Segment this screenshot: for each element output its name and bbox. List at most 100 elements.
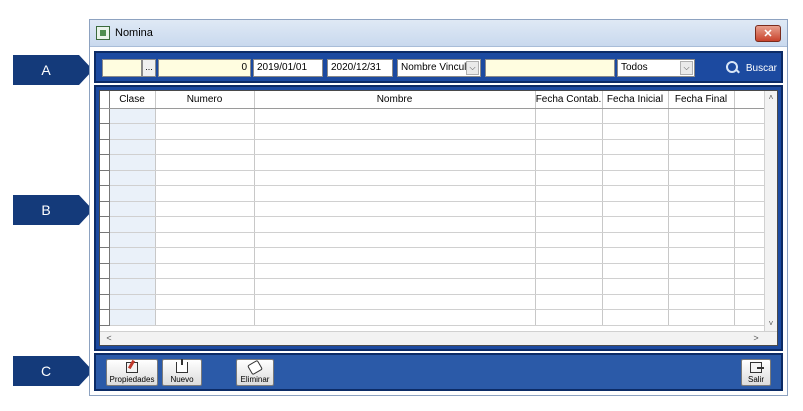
vertical-scrollbar[interactable]: ˄ ˅ — [764, 91, 777, 331]
close-button[interactable]: ✕ — [755, 25, 781, 42]
scroll-up-icon[interactable]: ˄ — [765, 91, 777, 105]
row-selector-header[interactable] — [100, 91, 110, 109]
row-selector[interactable] — [100, 294, 110, 310]
table-cell[interactable] — [734, 185, 767, 202]
code-field[interactable] — [102, 59, 142, 77]
row-selector[interactable] — [100, 309, 110, 326]
table-cell[interactable] — [668, 263, 735, 279]
table-cell[interactable] — [109, 278, 156, 295]
scroll-down-icon[interactable]: ˅ — [765, 317, 777, 331]
column-header[interactable]: Fecha Contab. — [535, 91, 603, 109]
table-cell[interactable] — [535, 278, 603, 295]
row-selector[interactable] — [100, 232, 110, 248]
table-cell[interactable] — [155, 309, 255, 326]
table-cell[interactable] — [254, 139, 536, 155]
table-cell[interactable] — [602, 309, 669, 326]
table-cell[interactable] — [535, 294, 603, 310]
table-cell[interactable] — [254, 201, 536, 217]
table-cell[interactable] — [602, 216, 669, 233]
column-header[interactable]: Nombre — [254, 91, 536, 109]
table-cell[interactable] — [535, 139, 603, 155]
table-cell[interactable] — [254, 185, 536, 202]
table-cell[interactable] — [734, 123, 767, 140]
table-cell[interactable] — [155, 294, 255, 310]
table-row[interactable] — [100, 139, 767, 155]
number-field[interactable]: 0 — [158, 59, 251, 77]
table-cell[interactable] — [734, 309, 767, 326]
table-cell[interactable] — [109, 247, 156, 264]
text-filter-field[interactable] — [485, 59, 615, 77]
row-selector[interactable] — [100, 185, 110, 202]
table-cell[interactable] — [535, 170, 603, 186]
column-header[interactable] — [734, 91, 767, 109]
table-row[interactable] — [100, 294, 767, 310]
chevron-down-icon[interactable]: ⌵ — [680, 61, 693, 75]
table-cell[interactable] — [254, 278, 536, 295]
table-cell[interactable] — [668, 185, 735, 202]
table-cell[interactable] — [109, 216, 156, 233]
table-cell[interactable] — [155, 201, 255, 217]
table-cell[interactable] — [668, 216, 735, 233]
table-cell[interactable] — [254, 263, 536, 279]
table-cell[interactable] — [109, 232, 156, 248]
column-header[interactable]: Clase — [109, 91, 156, 109]
title-bar[interactable]: Nomina ✕ — [90, 20, 787, 47]
table-cell[interactable] — [535, 185, 603, 202]
row-selector[interactable] — [100, 263, 110, 279]
table-cell[interactable] — [668, 309, 735, 326]
table-cell[interactable] — [602, 154, 669, 171]
row-selector[interactable] — [100, 139, 110, 155]
table-cell[interactable] — [109, 108, 156, 124]
table-cell[interactable] — [602, 139, 669, 155]
table-cell[interactable] — [155, 278, 255, 295]
table-cell[interactable] — [668, 294, 735, 310]
row-selector[interactable] — [100, 278, 110, 295]
status-select[interactable]: Todos ⌵ — [617, 59, 695, 77]
table-cell[interactable] — [602, 232, 669, 248]
table-cell[interactable] — [734, 247, 767, 264]
table-row[interactable] — [100, 154, 767, 171]
table-cell[interactable] — [668, 201, 735, 217]
table-row[interactable] — [100, 108, 767, 124]
table-cell[interactable] — [734, 108, 767, 124]
table-cell[interactable] — [734, 294, 767, 310]
table-cell[interactable] — [734, 139, 767, 155]
table-cell[interactable] — [535, 216, 603, 233]
table-cell[interactable] — [602, 294, 669, 310]
new-button[interactable]: Nuevo — [162, 359, 202, 386]
table-cell[interactable] — [734, 201, 767, 217]
table-cell[interactable] — [254, 294, 536, 310]
table-cell[interactable] — [668, 278, 735, 295]
table-cell[interactable] — [109, 154, 156, 171]
table-cell[interactable] — [535, 263, 603, 279]
table-cell[interactable] — [668, 108, 735, 124]
table-cell[interactable] — [668, 154, 735, 171]
table-cell[interactable] — [668, 123, 735, 140]
row-selector[interactable] — [100, 108, 110, 124]
table-cell[interactable] — [155, 247, 255, 264]
table-cell[interactable] — [602, 108, 669, 124]
table-cell[interactable] — [254, 309, 536, 326]
table-row[interactable] — [100, 232, 767, 248]
table-cell[interactable] — [109, 263, 156, 279]
table-cell[interactable] — [734, 263, 767, 279]
table-row[interactable] — [100, 309, 767, 326]
row-selector[interactable] — [100, 247, 110, 264]
table-row[interactable] — [100, 201, 767, 217]
column-header[interactable]: Fecha Final — [668, 91, 735, 109]
table-cell[interactable] — [254, 123, 536, 140]
table-cell[interactable] — [734, 154, 767, 171]
table-row[interactable] — [100, 278, 767, 295]
delete-button[interactable]: Eliminar — [236, 359, 274, 386]
results-grid[interactable]: Clase Numero Nombre Fecha Contab. Fecha Inic… — [99, 90, 778, 346]
row-selector[interactable] — [100, 123, 110, 140]
table-cell[interactable] — [155, 139, 255, 155]
table-cell[interactable] — [155, 185, 255, 202]
table-row[interactable] — [100, 185, 767, 202]
table-cell[interactable] — [734, 278, 767, 295]
table-cell[interactable] — [602, 263, 669, 279]
table-cell[interactable] — [734, 170, 767, 186]
horizontal-scrollbar[interactable]: < > — [100, 331, 777, 345]
table-cell[interactable] — [109, 170, 156, 186]
table-cell[interactable] — [535, 309, 603, 326]
